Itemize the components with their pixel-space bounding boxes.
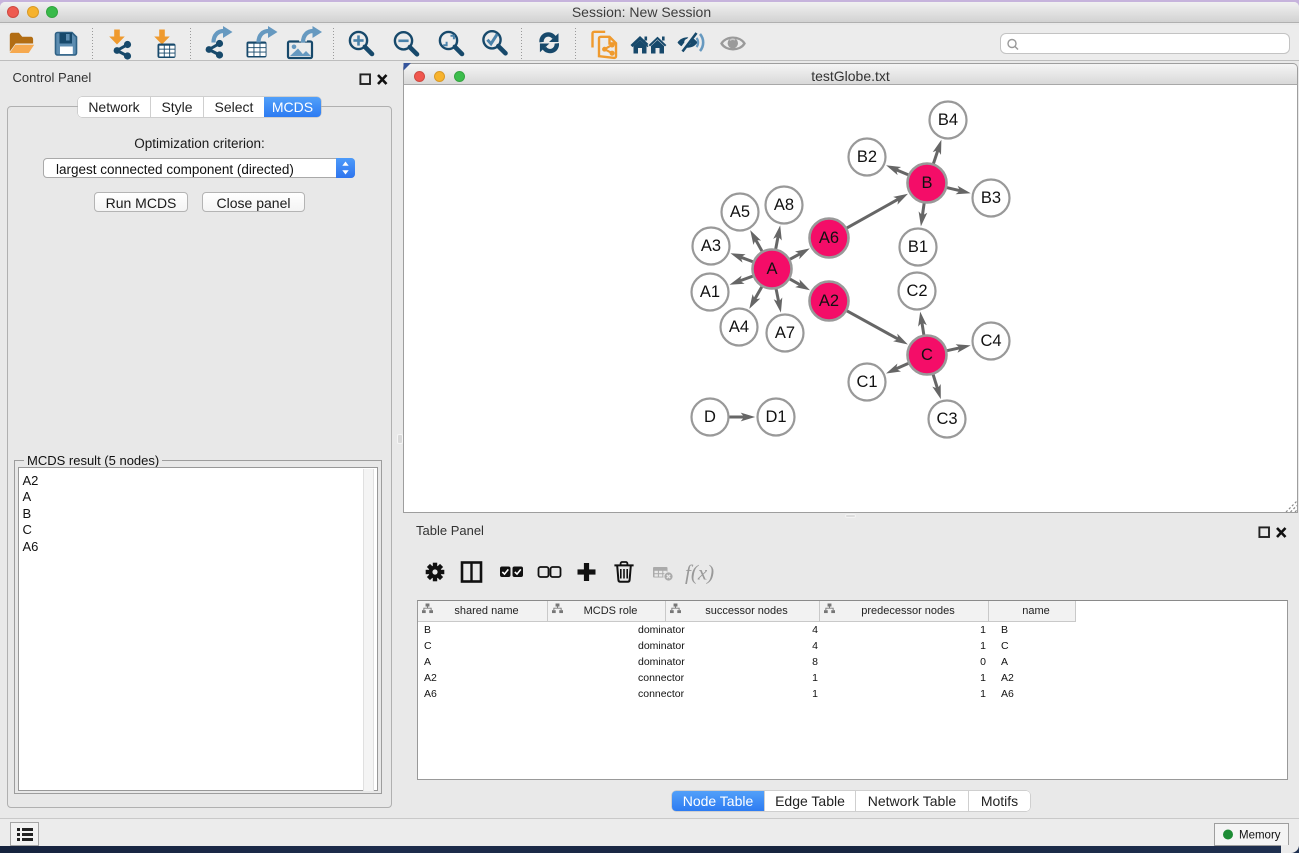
svg-text:f(x): f(x) (685, 561, 714, 585)
svg-text:B2: B2 (857, 148, 877, 166)
svg-text:B: B (921, 174, 932, 192)
svg-text:A: A (766, 260, 777, 278)
svg-text:D1: D1 (765, 408, 786, 426)
svg-text:D: D (704, 408, 716, 426)
svg-text:A7: A7 (775, 324, 795, 342)
svg-text:A5: A5 (730, 203, 750, 221)
svg-text:B3: B3 (981, 189, 1001, 207)
svg-text:Memory: Memory (1239, 830, 1281, 842)
svg-text:A6: A6 (819, 229, 839, 247)
svg-text:B4: B4 (938, 111, 958, 129)
svg-text:B1: B1 (908, 238, 928, 256)
svg-text:A8: A8 (774, 196, 794, 214)
svg-text:C: C (921, 346, 933, 364)
svg-text:C1: C1 (856, 373, 877, 391)
svg-text:A3: A3 (701, 237, 721, 255)
svg-text:A2: A2 (819, 292, 839, 310)
svg-text:C4: C4 (980, 332, 1001, 350)
svg-text:C2: C2 (906, 282, 927, 300)
svg-text:C3: C3 (936, 410, 957, 428)
svg-text:A1: A1 (700, 283, 720, 301)
svg-text:A4: A4 (729, 318, 749, 336)
